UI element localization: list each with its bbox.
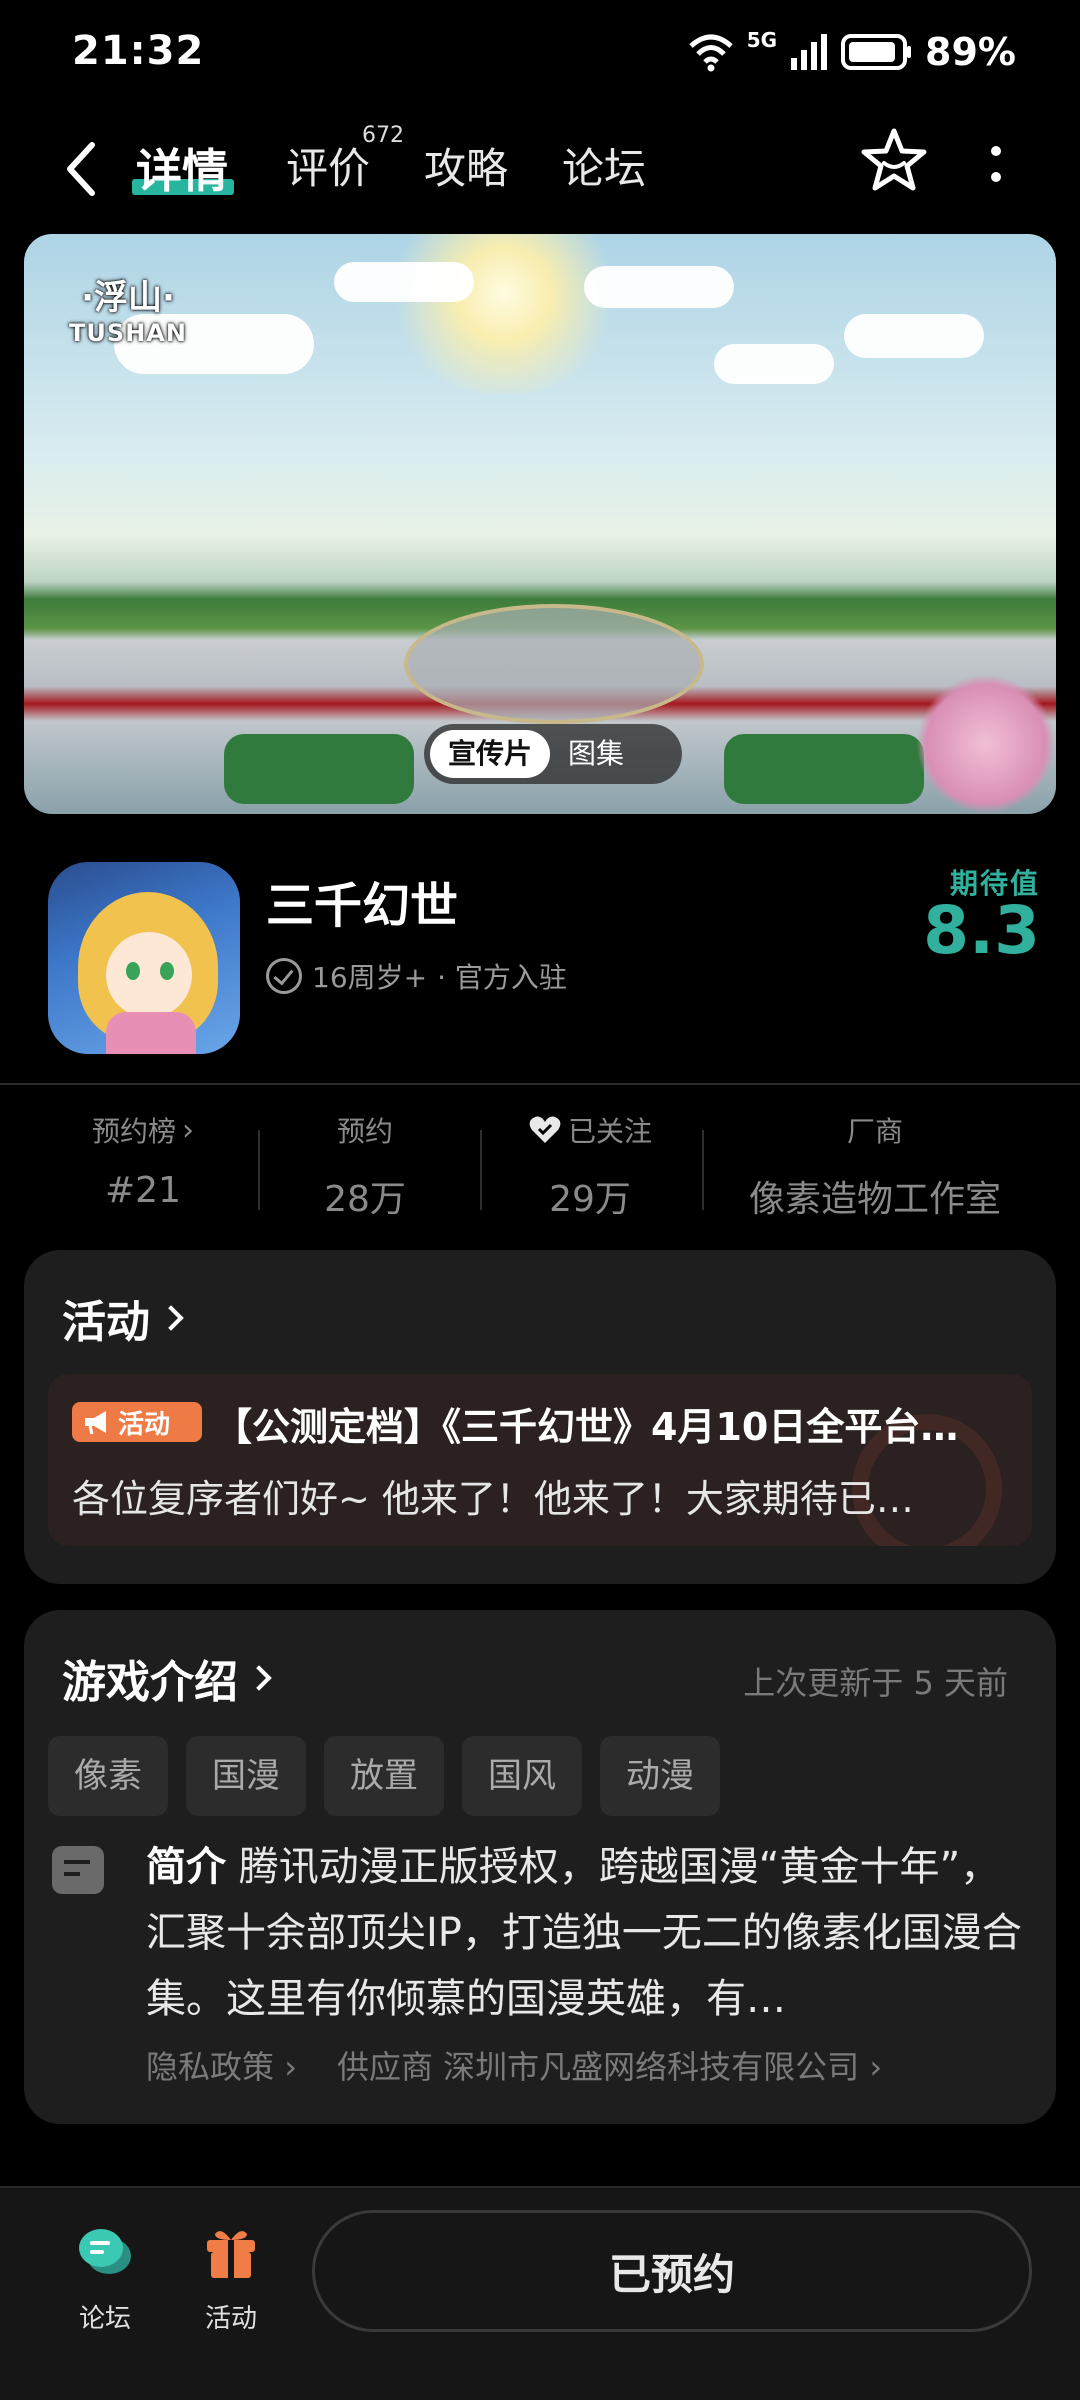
bottom-action-bar: 论坛 活动 已预约 xyxy=(0,2186,1080,2400)
status-icons: 5G 89% xyxy=(687,28,1016,76)
activity-tag: 活动 xyxy=(72,1402,202,1442)
banner-cloud xyxy=(584,266,734,308)
description-icon xyxy=(52,1846,104,1894)
genre-tag[interactable]: 动漫 xyxy=(600,1736,720,1816)
verified-check-icon xyxy=(266,958,302,994)
description-text: 腾讯动漫正版授权，跨越国漫“黄金十年”，汇聚十余部顶尖IP，打造独一无二的像素化… xyxy=(146,1844,1022,2022)
activity-item[interactable]: 活动 【公测定档】《三千幻世》4月10日全平台… 各位复序者们好~ 他来了！他来… xyxy=(48,1374,1032,1546)
stat-developer-label: 厂商 xyxy=(846,1115,903,1148)
stat-followers-value: 29万 xyxy=(549,1179,631,1220)
description-label: 简介 xyxy=(146,1844,226,1890)
status-time: 21:32 xyxy=(72,28,205,74)
battery-icon xyxy=(841,34,912,70)
legal-links: 隐私政策 › 供应商 深圳市凡盛网络科技有限公司 › xyxy=(146,2042,882,2088)
app-meta: 16周岁+ · 官方入驻 xyxy=(266,956,567,996)
age-rating: 16周岁+ xyxy=(312,961,428,994)
network-type: 5G xyxy=(746,28,778,52)
app-icon xyxy=(48,862,240,1054)
stat-reservations-label: 预约 xyxy=(336,1115,393,1148)
game-intro-title[interactable]: 游戏介绍 xyxy=(62,1646,272,1710)
chevron-right-icon xyxy=(158,1305,184,1331)
stat-rank[interactable]: 预约榜 › #21 xyxy=(68,1110,218,1212)
forum-label: 论坛 xyxy=(78,2304,131,2334)
chevron-right-icon xyxy=(246,1665,272,1691)
tab-details[interactable]: 详情 xyxy=(136,135,228,201)
stat-reservations-value: 28万 xyxy=(324,1179,406,1220)
megaphone-icon xyxy=(85,1411,106,1435)
banner-blossom xyxy=(916,674,1056,814)
stat-followers-label: 已关注 xyxy=(567,1115,652,1148)
forum-chat-icon xyxy=(79,2229,131,2274)
heart-check-icon xyxy=(529,1116,561,1143)
activity-label: 活动 xyxy=(204,2304,257,2334)
tab-guides[interactable]: 攻略 xyxy=(424,135,508,196)
favorite-star-icon[interactable] xyxy=(858,125,930,197)
supplier-link[interactable]: 供应商 深圳市凡盛网络科技有限公司 › xyxy=(337,2042,882,2088)
segment-gallery[interactable]: 图集 xyxy=(550,730,642,778)
game-intro-title-text: 游戏介绍 xyxy=(62,1657,238,1708)
stat-separator xyxy=(480,1130,482,1210)
stat-followers[interactable]: 已关注 29万 xyxy=(510,1110,670,1222)
top-nav: 详情 评价 672 攻略 论坛 xyxy=(0,115,1080,225)
activity-tag-label: 活动 xyxy=(118,1409,171,1440)
game-intro-card: 游戏介绍 上次更新于 5 天前 像素 国漫 放置 国风 动漫 简介 腾讯动漫正版… xyxy=(24,1610,1056,2124)
activity-headline: 【公测定档】《三千幻世》4月10日全平台… xyxy=(214,1405,959,1449)
tushan-logo: ·浮山· TUSHAN xyxy=(69,278,187,347)
game-description[interactable]: 简介 腾讯动漫正版授权，跨越国漫“黄金十年”，汇聚十余部顶尖IP，打造独一无二的… xyxy=(146,1834,1026,2032)
gift-icon xyxy=(207,2231,255,2278)
status-bar: 21:32 5G 89% xyxy=(0,0,1080,105)
divider xyxy=(0,1083,1080,1085)
segment-trailer[interactable]: 宣传片 xyxy=(430,730,551,778)
stat-reservations: 预约 28万 xyxy=(290,1110,440,1222)
stat-separator xyxy=(702,1130,704,1210)
forum-button[interactable]: 论坛 xyxy=(50,2222,160,2335)
banner-sun xyxy=(384,234,624,394)
banner-cloud xyxy=(334,262,474,302)
back-arrow-icon[interactable] xyxy=(58,137,106,201)
wifi-icon xyxy=(689,34,733,72)
banner-cloud xyxy=(844,314,984,358)
battery-percent: 89% xyxy=(925,30,1016,74)
genre-tag[interactable]: 放置 xyxy=(324,1736,444,1816)
activity-card: 活动 活动 【公测定档】《三千幻世》4月10日全平台… 各位复序者们好~ 他来了… xyxy=(24,1250,1056,1584)
stat-developer-value: 像素造物工作室 xyxy=(748,1179,1001,1220)
reserved-button[interactable]: 已预约 xyxy=(312,2210,1032,2332)
stats-row: 预约榜 › #21 预约 28万 已关注 29万 厂商 像素造物工作室 xyxy=(0,1100,1080,1230)
stat-separator xyxy=(258,1130,260,1210)
activity-card-title[interactable]: 活动 xyxy=(62,1286,184,1350)
expectation-score: 8.3 xyxy=(923,892,1040,969)
review-count-badge: 672 xyxy=(362,123,404,148)
banner-cloud xyxy=(714,344,834,384)
genre-tags: 像素 国漫 放置 国风 动漫 xyxy=(48,1736,720,1816)
genre-tag[interactable]: 国漫 xyxy=(186,1736,306,1816)
more-options-icon[interactable] xyxy=(980,139,1012,189)
last-updated: 上次更新于 5 天前 xyxy=(743,1664,1008,1702)
tab-forum[interactable]: 论坛 xyxy=(562,135,646,196)
tab-reviews[interactable]: 评价 xyxy=(286,135,370,196)
signal-icon xyxy=(791,34,828,70)
stat-developer[interactable]: 厂商 像素造物工作室 xyxy=(720,1110,1030,1222)
official-label: · 官方入驻 xyxy=(437,961,567,994)
banner-plaza xyxy=(404,604,704,724)
banner-hedge xyxy=(224,734,414,804)
app-title: 三千幻世 xyxy=(266,878,459,934)
activity-button[interactable]: 活动 xyxy=(176,2222,286,2335)
chevron-right-icon: › xyxy=(182,1112,194,1148)
activity-body: 各位复序者们好~ 他来了！他来了！大家期待已… xyxy=(72,1477,914,1521)
stat-rank-label: 预约榜 xyxy=(91,1115,176,1148)
genre-tag[interactable]: 像素 xyxy=(48,1736,168,1816)
media-type-switch: 宣传片 图集 xyxy=(424,724,682,784)
banner-hedge xyxy=(724,734,924,804)
genre-tag[interactable]: 国风 xyxy=(462,1736,582,1816)
activity-title-text: 活动 xyxy=(62,1297,150,1348)
media-banner[interactable]: ·浮山· TUSHAN 宣传片 图集 xyxy=(24,234,1056,814)
privacy-policy-link[interactable]: 隐私政策 › xyxy=(146,2042,297,2088)
stat-rank-value: #21 xyxy=(105,1170,181,1211)
